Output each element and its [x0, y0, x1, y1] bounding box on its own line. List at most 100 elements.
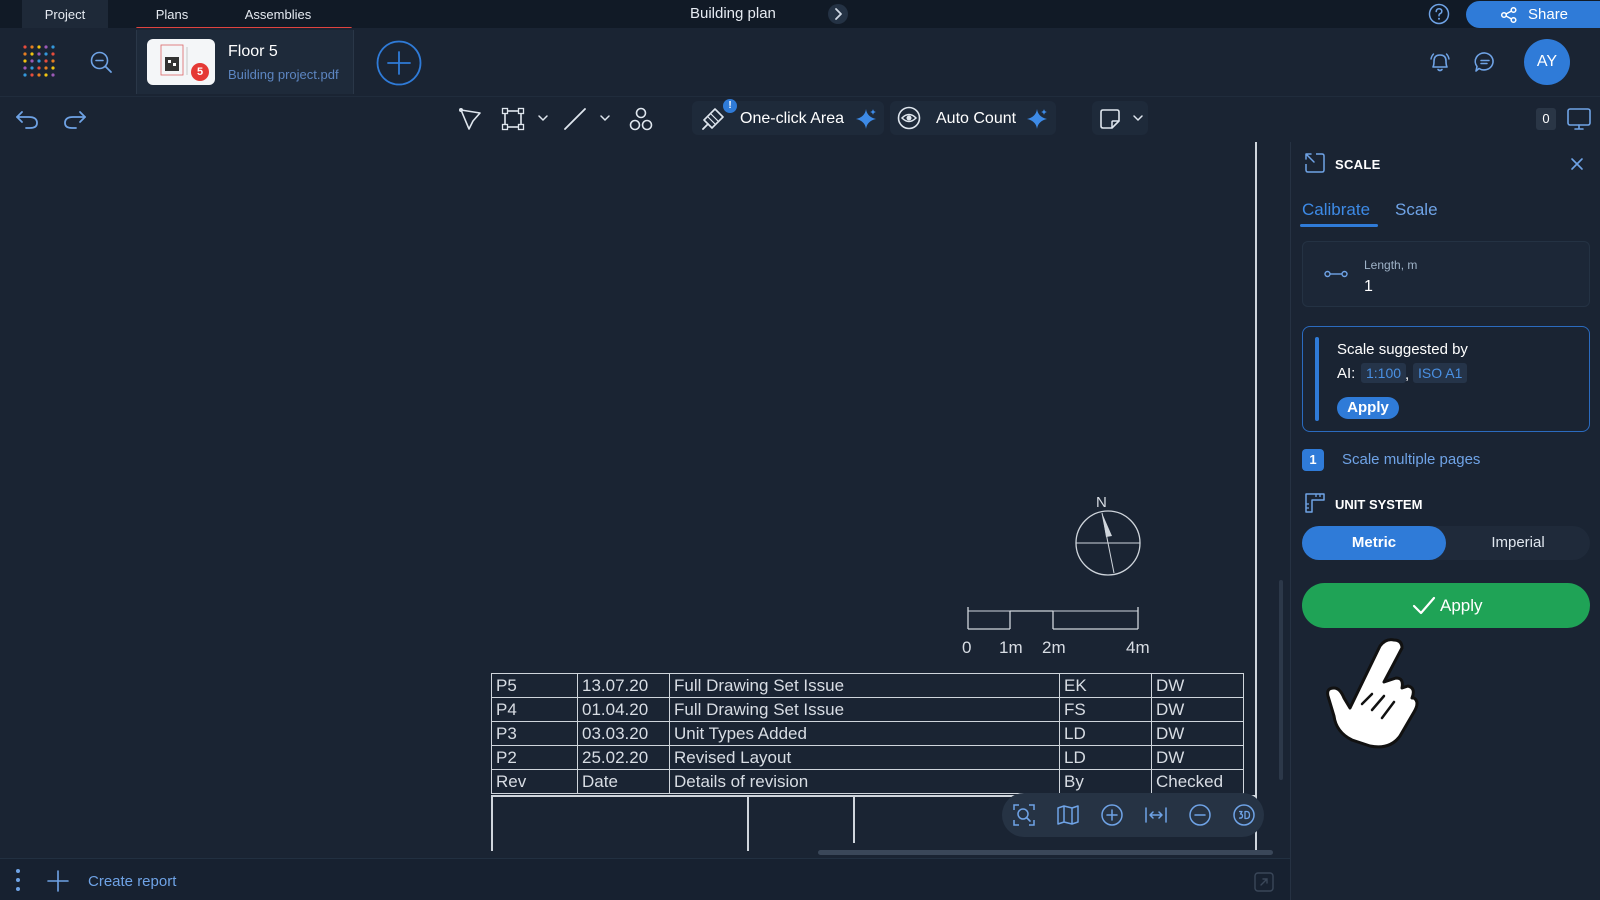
line-tool-icon[interactable] [562, 106, 588, 132]
length-label: Length, m [1364, 258, 1418, 272]
auto-count-label: Auto Count [936, 110, 1017, 127]
view-controls [1002, 793, 1264, 837]
apply-suggestion-button[interactable]: Apply [1337, 397, 1399, 419]
user-avatar[interactable]: AY [1524, 39, 1570, 85]
ai-sparkle-icon [855, 108, 877, 130]
apply-label: Apply [1440, 596, 1483, 615]
table-cell: Checked [1151, 769, 1244, 794]
table-row: Rev Date Details of revision By Checked [491, 769, 1244, 794]
table-cell: 01.04.20 [577, 697, 670, 722]
close-icon[interactable] [1568, 155, 1586, 173]
ai-label: AI: [1337, 365, 1356, 382]
zoom-out-icon[interactable] [1188, 803, 1212, 827]
monitor-icon[interactable] [1566, 106, 1592, 132]
share-button[interactable]: Share [1466, 1, 1600, 28]
tab-calibrate[interactable]: Calibrate [1302, 200, 1370, 220]
tab-scale[interactable]: Scale [1395, 200, 1438, 220]
add-icon[interactable] [46, 869, 70, 893]
3d-view-icon[interactable] [1232, 803, 1256, 827]
table-cell: Unit Types Added [669, 721, 1060, 746]
search-zoom-icon[interactable] [89, 50, 113, 74]
table-cell: P3 [491, 721, 578, 746]
table-cell: Details of revision [669, 769, 1060, 794]
unit-metric-option[interactable]: Metric [1302, 526, 1446, 560]
rectangle-tool-icon[interactable] [500, 106, 526, 132]
table-cell: 13.07.20 [577, 673, 670, 698]
apply-scale-button[interactable]: Apply [1302, 583, 1590, 628]
tab-assemblies[interactable]: Assemblies [208, 0, 348, 28]
ai-sparkle-icon [1026, 108, 1048, 130]
map-icon[interactable] [1056, 803, 1080, 827]
table-cell: DW [1151, 697, 1244, 722]
rectangle-tool-dropdown-icon[interactable] [537, 112, 549, 124]
document-title[interactable]: Building plan [690, 5, 776, 22]
tab-project[interactable]: Project [22, 0, 108, 28]
table-cell: Date [577, 769, 670, 794]
length-value[interactable]: 1 [1364, 278, 1373, 296]
table-cell: Full Drawing Set Issue [669, 697, 1060, 722]
count-tool-icon[interactable] [628, 106, 654, 132]
chevron-right-icon[interactable] [828, 4, 848, 24]
scale-tick-0: 0 [962, 638, 971, 657]
note-dropdown-icon[interactable] [1132, 112, 1144, 124]
brush-area-icon [700, 106, 726, 132]
table-row: P4 01.04.20 Full Drawing Set Issue FS DW [491, 697, 1244, 722]
app-grid-icon[interactable] [22, 44, 56, 78]
eye-scan-icon [896, 105, 922, 131]
horizontal-scrollbar[interactable] [818, 850, 1273, 855]
fit-width-icon[interactable] [1144, 803, 1168, 827]
title-block-divider [747, 797, 749, 851]
share-label: Share [1528, 6, 1569, 23]
scale-bar: 0 1m 2m 4m [960, 603, 1160, 659]
vertical-scrollbar[interactable] [1279, 580, 1283, 780]
checkmark-icon [1412, 595, 1436, 617]
add-circle-icon[interactable] [376, 40, 422, 86]
unit-imperial-option[interactable]: Imperial [1446, 526, 1590, 560]
warning-badge: ! [723, 99, 737, 113]
tab-plans[interactable]: Plans [136, 0, 208, 28]
table-cell: By [1059, 769, 1152, 794]
undo-icon[interactable] [14, 107, 40, 131]
one-click-area-label: One-click Area [740, 110, 845, 127]
more-vertical-icon[interactable] [14, 868, 22, 892]
table-cell: 25.02.20 [577, 745, 670, 770]
zoom-area-icon[interactable] [1012, 803, 1036, 827]
chip-separator: , [1405, 366, 1410, 383]
table-cell: DW [1151, 745, 1244, 770]
table-cell: LD [1059, 721, 1152, 746]
table-row: P5 13.07.20 Full Drawing Set Issue EK DW [491, 673, 1244, 698]
scale-tick-1: 1m [999, 638, 1023, 657]
create-report-link[interactable]: Create report [88, 873, 176, 890]
multiple-pages-count: 1 [1302, 449, 1324, 471]
notification-bell-icon[interactable] [1428, 50, 1452, 74]
line-tool-dropdown-icon[interactable] [599, 112, 611, 124]
comments-icon[interactable] [1473, 50, 1497, 74]
scale-multiple-pages-link[interactable]: Scale multiple pages [1342, 451, 1480, 468]
zoom-in-icon[interactable] [1100, 803, 1124, 827]
item-count-badge: 0 [1536, 108, 1556, 130]
north-arrow: N [1068, 493, 1148, 589]
table-row: P2 25.02.20 Revised Layout LD DW [491, 745, 1244, 770]
table-cell: DW [1151, 721, 1244, 746]
file-name: Floor 5 [228, 43, 278, 60]
redo-icon[interactable] [62, 107, 88, 131]
table-cell: Revised Layout [669, 745, 1060, 770]
table-cell: EK [1059, 673, 1152, 698]
suggested-paper-chip[interactable]: ISO A1 [1413, 363, 1468, 383]
sticky-note-icon[interactable] [1098, 107, 1122, 131]
help-icon[interactable] [1428, 3, 1450, 25]
expand-icon[interactable] [1253, 871, 1275, 893]
suggested-scale-chip[interactable]: 1:100 [1361, 363, 1407, 383]
table-cell: Rev [491, 769, 578, 794]
table-cell: FS [1059, 697, 1152, 722]
table-cell: P2 [491, 745, 578, 770]
table-cell: P4 [491, 697, 578, 722]
table-cell: DW [1151, 673, 1244, 698]
scale-icon [1303, 151, 1327, 175]
share-icon [1500, 6, 1518, 24]
active-tab-indicator [1300, 224, 1378, 227]
panel-title: SCALE [1335, 157, 1381, 172]
polygon-area-tool-icon[interactable] [458, 106, 484, 132]
measure-line-icon [1324, 264, 1348, 284]
table-cell: P5 [491, 673, 578, 698]
